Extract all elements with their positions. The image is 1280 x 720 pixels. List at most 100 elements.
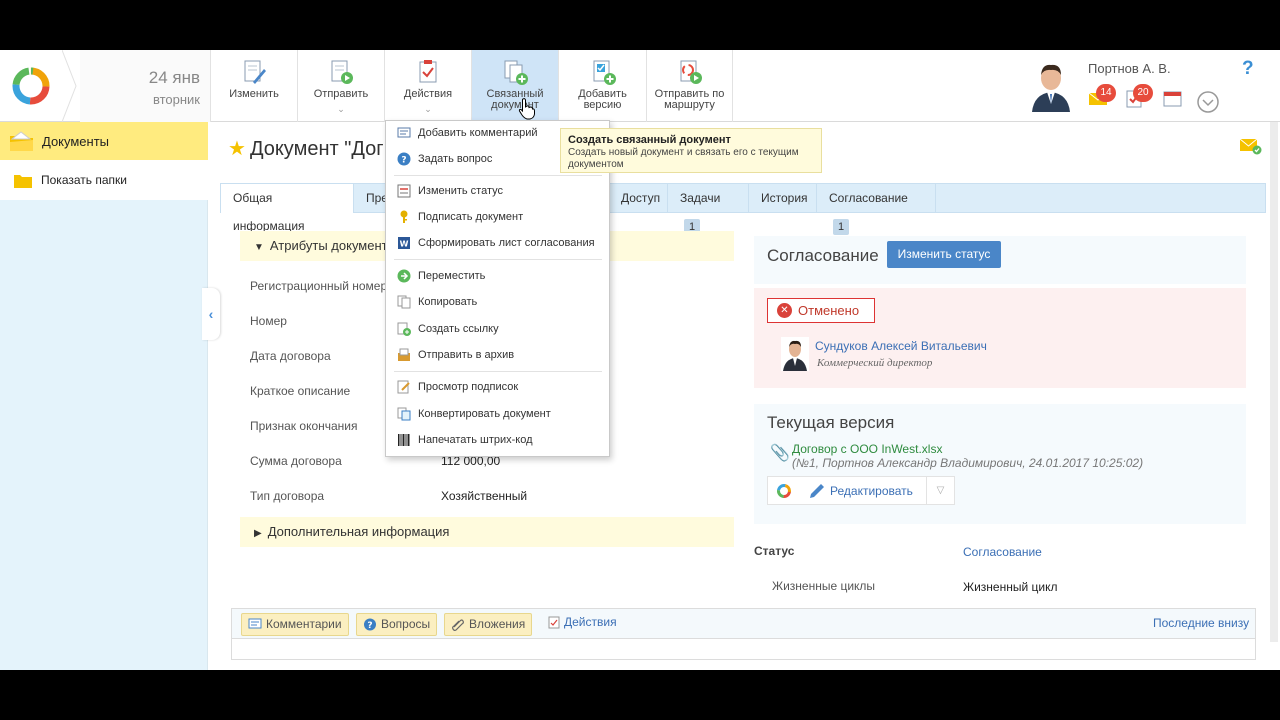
link-icon: [397, 322, 411, 336]
change-status-button[interactable]: Изменить статус: [887, 241, 1001, 268]
attachments-tab[interactable]: Вложения: [444, 613, 533, 636]
tab-access-label: Доступ: [621, 191, 661, 205]
add-version-button[interactable]: Добавить версию: [558, 50, 646, 122]
send-button[interactable]: Отправить ⌄: [297, 50, 384, 122]
menu-item-move[interactable]: Переместить: [386, 264, 609, 288]
menu-item-print-barcode[interactable]: Напечатать штрих-код: [386, 428, 609, 452]
attr-label: Краткое описание: [250, 384, 351, 398]
sidebar-collapse-icon[interactable]: ‹: [202, 288, 220, 340]
actions-button-label: Действия: [403, 88, 453, 100]
bottom-panel: Комментарии ? Вопросы Вложения Действия …: [231, 608, 1256, 660]
actions-log-tab[interactable]: Действия: [548, 615, 617, 629]
page-title: ★ Документ "Дог: [228, 136, 384, 161]
actions-button[interactable]: Действия ⌄: [384, 50, 471, 122]
subscribe-mail-icon[interactable]: [1240, 137, 1262, 155]
send-by-route-button[interactable]: Отправить по маршруту: [646, 50, 733, 122]
menu-item-archive[interactable]: Отправить в архив: [386, 343, 609, 367]
sidebar-item-documents[interactable]: Документы: [0, 122, 208, 160]
tab-history-label: История: [761, 191, 808, 205]
app-logo-icon[interactable]: [10, 65, 52, 107]
menu-item-approval-sheet[interactable]: W Сформировать лист согласования: [386, 231, 609, 255]
app-mini-logo-icon[interactable]: [776, 483, 792, 499]
sidebar-item-show-folders[interactable]: Показать папки: [0, 160, 208, 200]
related-document-button[interactable]: Связанный документ: [471, 50, 558, 122]
menu-item-convert-document[interactable]: Конвертировать документ: [386, 402, 609, 426]
mouse-pointer-hand-icon: [518, 98, 535, 120]
menu-item-label: Подписать документ: [418, 211, 524, 223]
edit-file-button[interactable]: Редактировать: [830, 484, 913, 498]
edit-button[interactable]: Изменить: [210, 50, 297, 122]
menu-item-label: Отправить в архив: [418, 349, 515, 361]
attr-label: Признак окончания: [250, 419, 358, 433]
attachments-tab-label: Вложения: [469, 617, 526, 631]
lifecycle-label: Жизненные циклы: [772, 579, 876, 593]
menu-item-change-status[interactable]: Изменить статус: [386, 179, 609, 203]
signer-name-link[interactable]: Сундуков Алексей Витальевич: [815, 339, 987, 353]
cancelled-icon: ✕: [777, 303, 792, 318]
barcode-icon: [398, 434, 410, 446]
page-title-text: Документ "Дог: [249, 138, 384, 160]
question-icon: ?: [364, 618, 376, 631]
folder-icon: [14, 175, 32, 188]
tab-tasks[interactable]: Задачи1: [668, 184, 749, 235]
comments-tab[interactable]: Комментарии: [241, 613, 349, 636]
page-scrollbar[interactable]: [1270, 122, 1278, 642]
user-name[interactable]: Портнов А. В.: [1088, 61, 1171, 76]
menu-item-view-subscriptions[interactable]: Просмотр подписок: [386, 375, 609, 399]
tooltip-title: Создать связанный документ: [568, 134, 731, 146]
related-document-icon: [504, 60, 528, 85]
menu-item-label: Переместить: [418, 270, 486, 282]
tab-approval-count: 1: [833, 219, 850, 235]
questions-tab[interactable]: ? Вопросы: [356, 613, 438, 636]
status-label: Статус: [754, 544, 795, 558]
svg-text:W: W: [400, 240, 409, 249]
edit-document-icon: [244, 60, 266, 84]
status-value-link[interactable]: Согласование: [963, 545, 1042, 559]
top-letterbox: [0, 0, 1280, 50]
svg-text:?: ?: [401, 156, 406, 166]
edit-options-chevron-icon[interactable]: ▽: [926, 477, 954, 504]
menu-item-label: Создать ссылку: [418, 323, 499, 335]
paperclip-icon: 📎: [770, 445, 790, 462]
menu-item-copy[interactable]: Копировать: [386, 290, 609, 314]
question-icon: ?: [397, 152, 411, 166]
top-toolbar: 24 янв вторник Изменить Отправить ⌄ Дейс…: [0, 50, 1280, 122]
user-avatar[interactable]: [1028, 58, 1074, 112]
bottom-tabs: Комментарии ? Вопросы Вложения Действия …: [232, 609, 1255, 639]
user-menu-chevron-icon[interactable]: [1196, 90, 1220, 114]
send-document-icon: [331, 60, 353, 84]
tab-approval[interactable]: Согласование 1: [817, 184, 936, 235]
sidebar-item-show-folders-label: Показать папки: [41, 173, 127, 187]
tab-general-info[interactable]: Общая информация: [221, 184, 354, 233]
tasks-count-badge: 20: [1133, 84, 1153, 102]
attr-label: Номер: [250, 314, 287, 328]
comment-icon: [248, 618, 262, 629]
tab-access[interactable]: Доступ: [609, 184, 668, 212]
menu-item-create-link[interactable]: Создать ссылку: [386, 317, 609, 341]
calendar-icon[interactable]: [1162, 88, 1184, 108]
add-version-label: Добавить версию: [578, 88, 627, 111]
actions-log-tab-label: Действия: [564, 615, 617, 629]
edit-button-label: Изменить: [229, 88, 279, 100]
file-link[interactable]: Договор с ООО InWest.xlsx: [792, 442, 942, 456]
menu-item-sign-document[interactable]: Подписать документ: [386, 205, 609, 229]
status-badge: ✕ Отменено: [767, 298, 875, 323]
extra-info-section-header[interactable]: ▶ Дополнительная информация: [240, 517, 734, 547]
menu-item-label: Напечатать штрих-код: [418, 434, 533, 446]
edit-file-bar: Редактировать ▽: [767, 476, 955, 505]
sort-order-link[interactable]: Последние внизу: [1153, 616, 1249, 630]
favorite-star-icon[interactable]: ★: [228, 138, 246, 160]
date-block: 24 янв вторник: [80, 50, 210, 122]
attr-label: Тип договора: [250, 489, 325, 503]
help-icon[interactable]: ?: [1242, 58, 1254, 80]
signer-role: Коммерческий директор: [817, 357, 933, 369]
menu-divider: [394, 259, 602, 260]
collapse-chevron-icon: ▼: [254, 242, 264, 253]
lifecycle-value: Жизненный цикл: [963, 580, 1058, 594]
archive-icon: [398, 348, 410, 361]
actions-log-icon: [548, 616, 560, 629]
document-tabs: Общая информация Пре Доступ Задачи1 Исто…: [220, 183, 1266, 235]
approval-title: Согласование: [767, 246, 879, 265]
actions-checklist-icon: [419, 60, 437, 83]
tab-history[interactable]: История: [749, 184, 817, 212]
